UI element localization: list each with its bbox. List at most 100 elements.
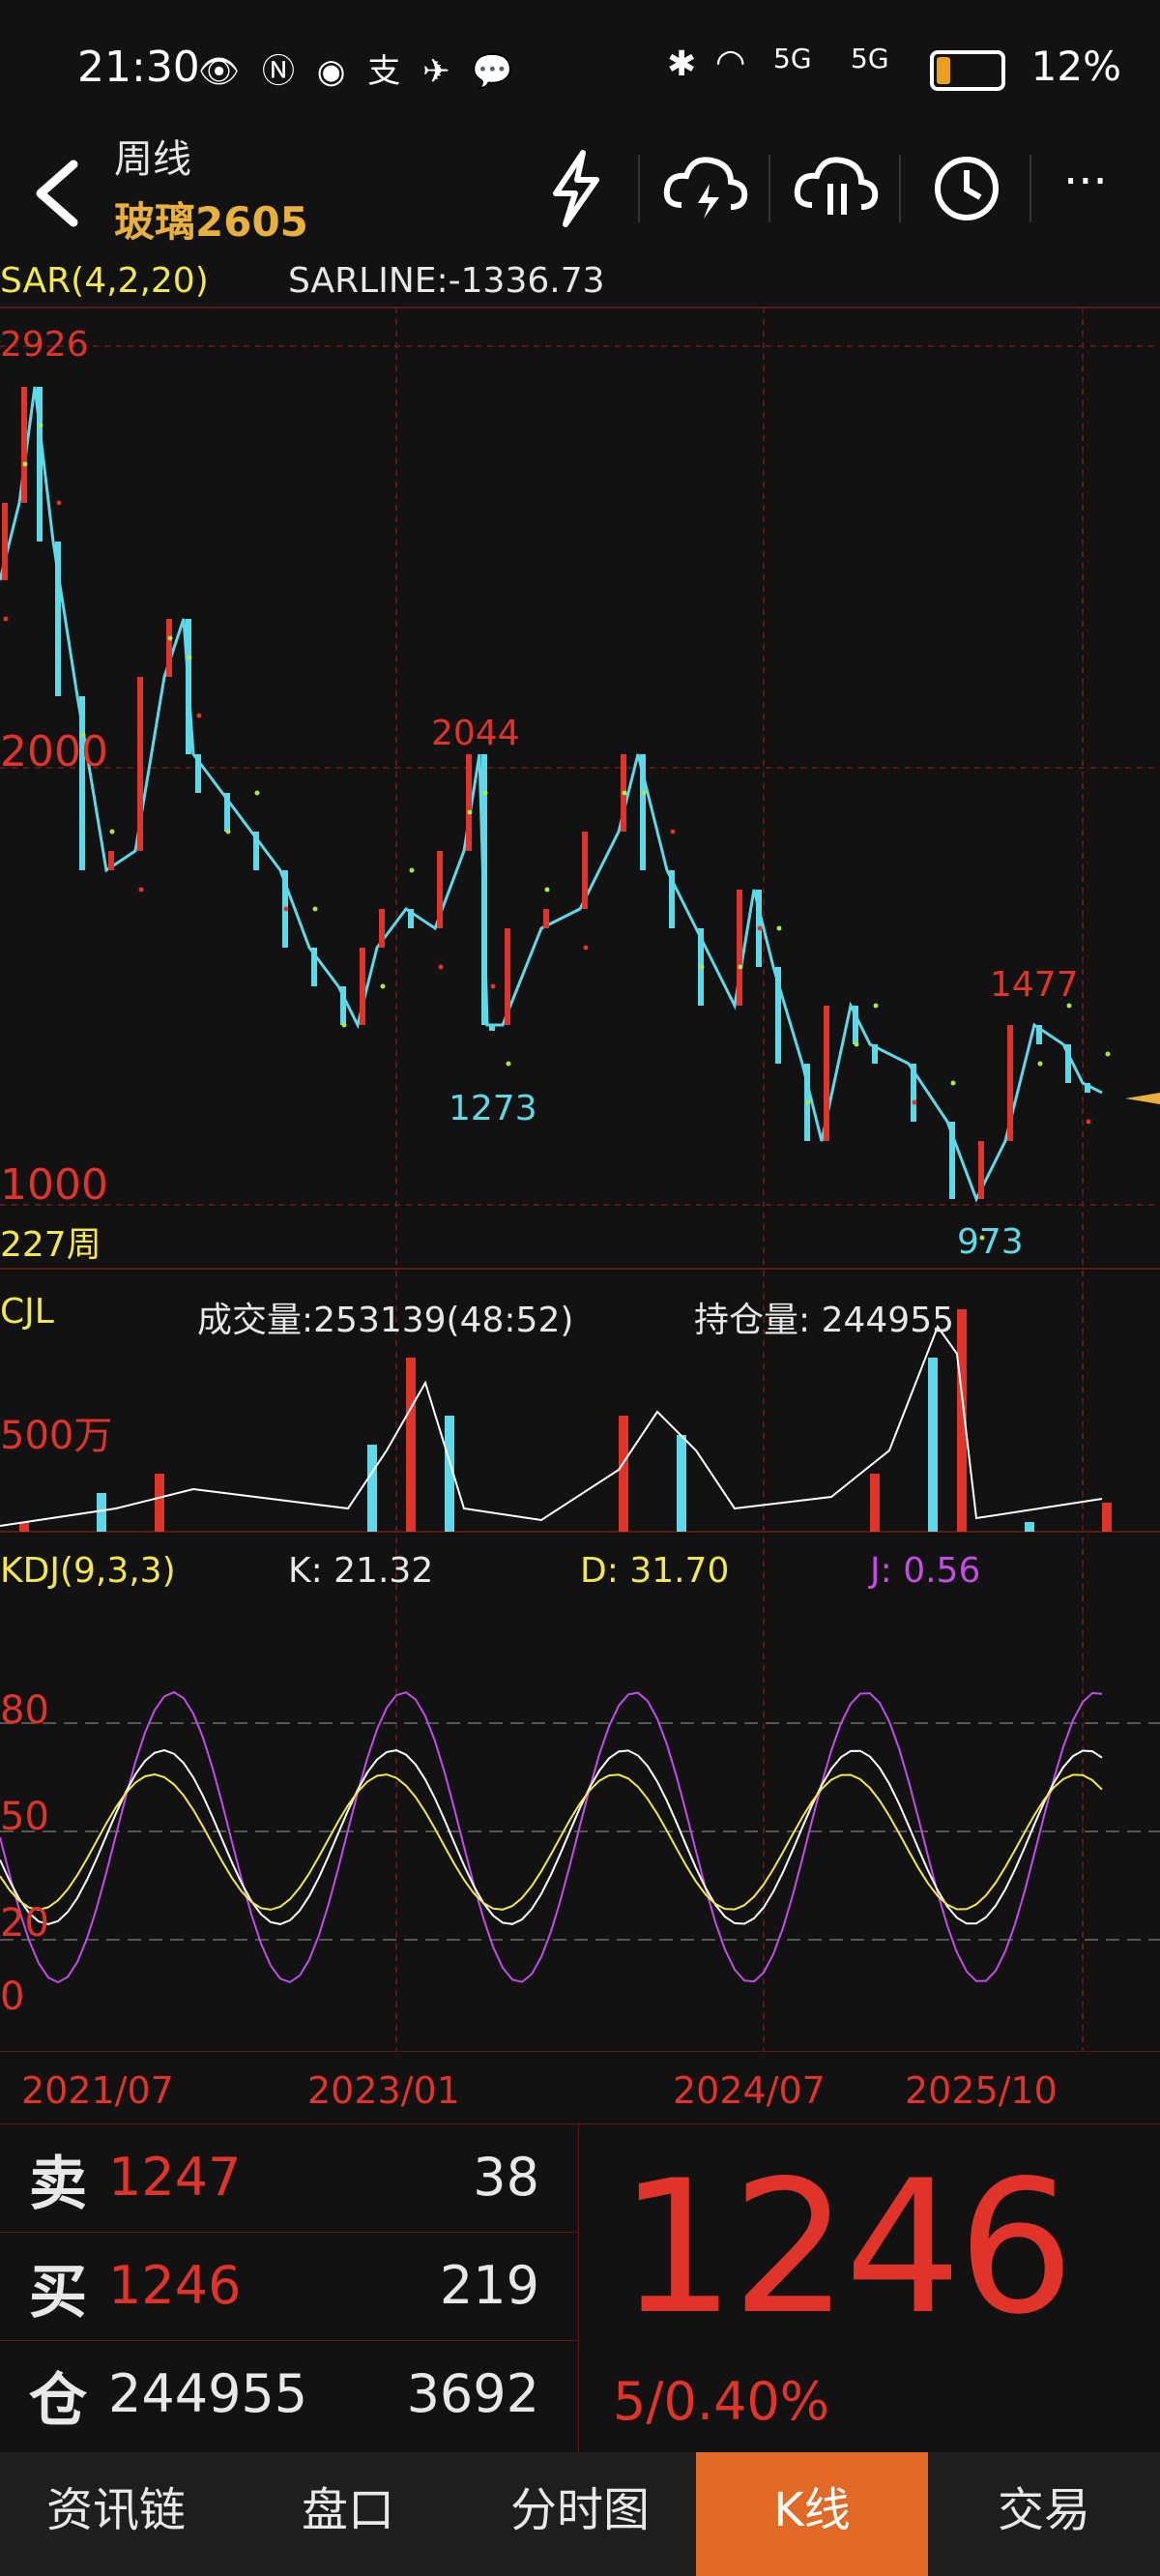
tab-kline[interactable]: K线	[696, 2452, 928, 2576]
sar-dot-43	[1105, 1051, 1111, 1057]
oi-change: 3692	[406, 2363, 539, 2424]
annotation-low: 1273	[449, 1089, 537, 1128]
last-price-marker	[1125, 1093, 1160, 1104]
cloud-sync-icon[interactable]	[788, 145, 884, 232]
buy-row[interactable]: 买 1246 219	[0, 2232, 578, 2341]
volume-bar-8	[870, 1474, 880, 1532]
sar-dot-14	[341, 1022, 347, 1028]
sar-dot-12	[283, 906, 289, 912]
sar-dot-19	[467, 809, 473, 815]
chart-area[interactable]	[0, 253, 1160, 2053]
kdj-k-value: K: 21.32	[288, 1551, 434, 1591]
candle-23	[543, 909, 549, 928]
sell-row[interactable]: 卖 1247 38	[0, 2123, 578, 2233]
candle-13	[311, 948, 317, 986]
volume-bar-7	[677, 1435, 686, 1532]
sar-dot-39	[1008, 1099, 1014, 1105]
sar-dot-35	[873, 1003, 879, 1009]
more-icon[interactable]: ···	[1063, 155, 1108, 209]
oi-row[interactable]: 仓 244955 3692	[0, 2340, 578, 2448]
sar-dot-22	[506, 1061, 511, 1067]
sar-dot-1	[22, 461, 28, 467]
kdj-j-value: J: 0.56	[870, 1551, 981, 1591]
candle-16	[379, 909, 385, 948]
volume-bar-3	[367, 1445, 377, 1532]
cloud-lightning-icon[interactable]	[657, 145, 754, 232]
candle-31	[775, 967, 781, 1064]
sar-dot-36	[912, 1099, 917, 1105]
x-date-2: 2023/01	[307, 2069, 460, 2112]
volume-y-label: 500万	[0, 1414, 113, 1458]
sar-dot-31	[776, 925, 782, 931]
candle-33	[824, 1006, 829, 1141]
sar-dot-33	[825, 1099, 830, 1105]
x-date-3: 2024/07	[673, 2069, 826, 2112]
sar-dot-29	[738, 964, 743, 970]
sar-dot-26	[641, 790, 647, 796]
sar-dot-16	[380, 983, 386, 989]
period-count: 227周	[0, 1225, 102, 1265]
sell-label: 卖	[29, 2151, 87, 2218]
candle-1	[21, 387, 27, 503]
candle-19	[466, 754, 472, 851]
tab-intraday[interactable]: 分时图	[464, 2452, 696, 2576]
sar-dot-3	[56, 500, 62, 506]
symbol-title: 玻璃2605	[114, 198, 308, 246]
candle-14	[340, 986, 346, 1025]
kdj-y-0: 0	[0, 1975, 25, 2019]
sar-dot-8	[187, 655, 192, 660]
tab-trade[interactable]: 交易	[928, 2452, 1160, 2576]
candle-10	[224, 793, 230, 832]
tab-order-book[interactable]: 盘口	[232, 2452, 464, 2576]
candle-38	[978, 1141, 984, 1199]
sar-dot-20	[482, 790, 488, 796]
sar-dot-30	[757, 925, 763, 931]
candle-24	[582, 832, 588, 909]
sar-dot-32	[805, 1099, 811, 1105]
candle-5	[108, 851, 114, 870]
sar-dot-6	[138, 887, 144, 893]
sar-dot-18	[438, 964, 444, 970]
x-axis-dates: 2021/07 2023/01 2024/07 2025/10	[0, 2069, 1160, 2118]
candle-36	[911, 1064, 916, 1122]
sarline-value: SARLINE:-1336.73	[288, 261, 605, 301]
candle-6	[137, 677, 143, 851]
sar-dot-42	[1086, 1119, 1091, 1125]
sar-dot-7	[167, 635, 173, 641]
candle-4	[79, 696, 85, 870]
y-label-mid: 2000	[0, 727, 108, 776]
signal-5g-icon-2: 5G	[851, 43, 889, 74]
sar-dot-9	[196, 713, 202, 718]
back-arrow-icon[interactable]	[27, 155, 85, 232]
candle-17	[408, 909, 414, 928]
battery-icon	[930, 50, 1005, 91]
sell-price: 1247	[108, 2147, 242, 2208]
candle-11	[253, 832, 259, 870]
sar-dot-40	[1037, 1061, 1043, 1067]
open-interest-value: 持仓量: 244955	[694, 1301, 954, 1340]
sar-dot-25	[622, 790, 627, 796]
kline-svg[interactable]	[0, 253, 1160, 2053]
sar-dot-15	[361, 983, 366, 989]
sar-dot-24	[583, 945, 589, 951]
kdj-y-80: 80	[0, 1688, 49, 1733]
sar-dot-23	[544, 887, 550, 893]
volume-bar-11	[1025, 1522, 1034, 1532]
candle-39	[1007, 1025, 1013, 1141]
candle-42	[1085, 1083, 1090, 1093]
volume-bar-1	[97, 1493, 106, 1532]
clock-icon[interactable]	[918, 145, 1015, 232]
candle-29	[737, 890, 742, 1006]
status-time: 21:30	[77, 43, 200, 92]
lightning-icon[interactable]	[527, 145, 624, 232]
oi-label: 仓	[29, 2367, 87, 2435]
last-price: 1246	[619, 2141, 1075, 2355]
y-label-bottom: 1000	[0, 1160, 108, 1210]
volume-bar-9	[928, 1358, 938, 1532]
sar-dot-28	[699, 964, 705, 970]
tab-news-chain[interactable]: 资讯链	[0, 2452, 232, 2576]
sar-dot-37	[950, 1080, 956, 1086]
y-label-top: 2926	[0, 325, 89, 365]
candle-18	[437, 851, 443, 928]
candle-35	[872, 1044, 878, 1064]
